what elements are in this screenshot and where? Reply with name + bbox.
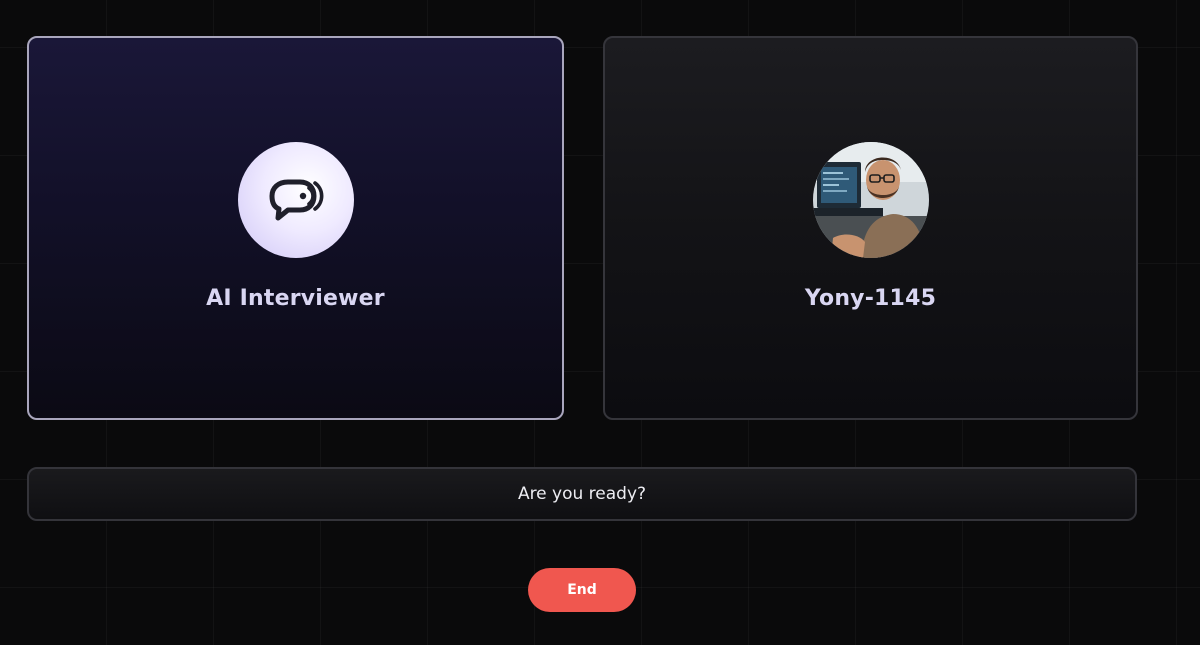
chat-bubble-sound-icon bbox=[269, 179, 323, 221]
end-call-button[interactable]: End bbox=[528, 568, 636, 612]
user-card: Yony-1145 bbox=[603, 36, 1138, 420]
ai-interviewer-name: AI Interviewer bbox=[206, 286, 385, 311]
user-name: Yony-1145 bbox=[804, 286, 937, 311]
ai-interviewer-card: AI Interviewer bbox=[27, 36, 564, 420]
interview-stage: AI Interviewer Yony-1145 Are you ready? … bbox=[0, 0, 1200, 645]
ai-avatar bbox=[237, 142, 354, 258]
transcript-box: Are you ready? bbox=[27, 467, 1137, 521]
user-avatar bbox=[812, 142, 929, 258]
user-photo bbox=[812, 142, 929, 258]
transcript-text: Are you ready? bbox=[517, 484, 647, 504]
